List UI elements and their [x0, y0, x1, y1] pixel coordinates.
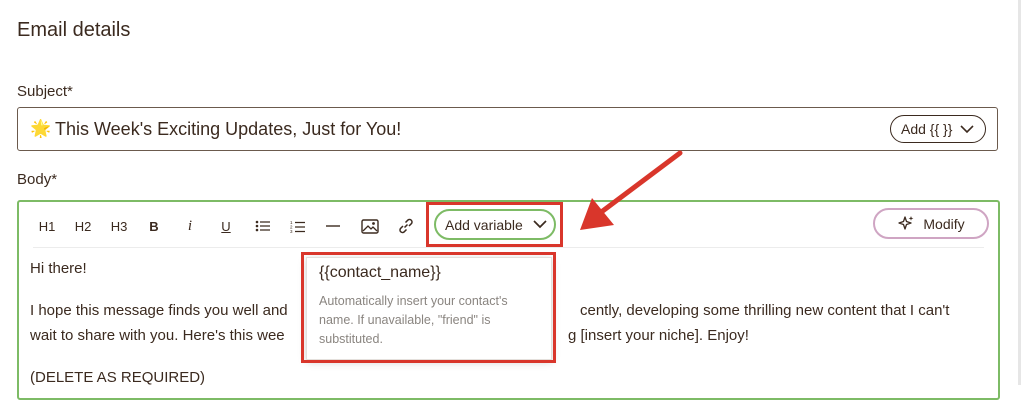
insert-link-button[interactable] — [397, 215, 415, 237]
add-variable-subject-label: Add {{ }} — [901, 121, 953, 137]
body-line-delete: (DELETE AS REQUIRED) — [30, 369, 206, 386]
body-line-1a: I hope this message finds you well and — [30, 302, 288, 319]
subject-input[interactable]: 🌟 This Week's Exciting Updates, Just for… — [17, 107, 998, 151]
underline-button[interactable]: U — [219, 215, 233, 237]
modify-ai-button[interactable]: Modify — [873, 208, 989, 239]
insert-image-button[interactable] — [361, 215, 379, 237]
toolbar-divider — [33, 247, 984, 248]
italic-button[interactable]: i — [184, 215, 196, 237]
link-icon — [399, 218, 413, 234]
bullet-list-icon — [255, 220, 270, 232]
annotation-highlight-tooltip — [301, 252, 556, 363]
annotation-highlight-add-variable — [426, 202, 563, 247]
image-icon — [361, 218, 379, 234]
numbered-list-button[interactable]: 1 2 3 — [290, 215, 306, 237]
numbered-list-icon: 1 2 3 — [290, 220, 305, 233]
star-emoji-icon: 🌟 — [30, 119, 52, 138]
body-line-2b: g [insert your niche]. Enjoy! — [568, 327, 749, 344]
body-label: Body* — [17, 171, 58, 188]
horizontal-rule-icon — [326, 225, 340, 227]
subject-value: This Week's Exciting Updates, Just for Y… — [55, 119, 402, 139]
heading1-button[interactable]: H1 — [37, 215, 57, 237]
bullet-list-button[interactable] — [255, 215, 271, 237]
body-line-1b: cently, developing some thrilling new co… — [580, 302, 950, 319]
annotation-arrow-icon — [580, 150, 683, 230]
subject-label: Subject* — [17, 83, 73, 100]
add-variable-subject-button[interactable]: Add {{ }} — [890, 115, 986, 143]
heading2-button[interactable]: H2 — [72, 215, 94, 237]
heading3-button[interactable]: H3 — [108, 215, 130, 237]
section-title: Email details — [17, 19, 131, 41]
svg-text:3: 3 — [290, 229, 293, 233]
modify-label: Modify — [923, 215, 965, 232]
body-line-2a: wait to share with you. Here's this wee — [30, 327, 285, 344]
sparkle-icon — [898, 215, 914, 230]
chevron-down-icon — [960, 124, 974, 133]
bold-button[interactable]: B — [147, 215, 161, 237]
horizontal-rule-button[interactable] — [326, 215, 340, 237]
body-line-greeting: Hi there! — [30, 260, 87, 277]
